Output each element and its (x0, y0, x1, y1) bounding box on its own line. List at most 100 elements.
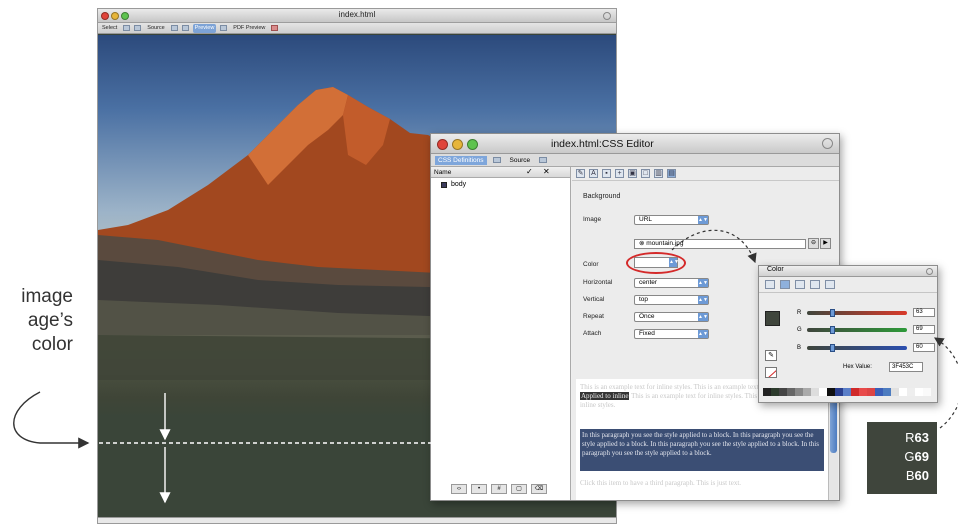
blue-value-field[interactable]: 60 (913, 343, 935, 352)
eyedropper-icon[interactable]: ✎ (765, 350, 777, 361)
editor-maximize-icon[interactable] (467, 139, 478, 150)
position-icon[interactable]: + (615, 169, 624, 178)
list-icon[interactable]: ▥ (654, 169, 663, 178)
red-slider[interactable] (807, 308, 907, 317)
select-button[interactable]: Select (100, 24, 119, 33)
palette-mode-icon[interactable] (795, 280, 805, 289)
swatch[interactable] (851, 388, 859, 396)
pen-icon[interactable]: ✎ (576, 169, 585, 178)
pdf-icon[interactable] (271, 25, 279, 31)
stage: image age’s color index.html Select Sour… (0, 0, 958, 526)
no-color-icon[interactable] (765, 367, 777, 378)
crayons-mode-icon[interactable] (825, 280, 835, 289)
editor-close-icon[interactable] (437, 139, 448, 150)
green-slider-row: G 69 (797, 325, 935, 334)
new-rule-icon[interactable]: ▢ (511, 484, 527, 494)
green-slider-thumb[interactable] (830, 325, 835, 334)
border-icon[interactable]: □ (641, 169, 650, 178)
source-icon[interactable] (539, 157, 548, 163)
picker-title: Color (767, 266, 784, 273)
vertical-select[interactable]: top ▲▼ (634, 295, 709, 305)
red-label: R (797, 309, 802, 316)
trash-icon[interactable]: ⌫ (531, 484, 547, 494)
attach-select[interactable]: Fixed ▲▼ (634, 329, 709, 339)
browser-title: index.html (338, 10, 376, 19)
picker-toggle-icon[interactable] (926, 268, 933, 275)
swatch[interactable] (763, 388, 771, 396)
red-value-field[interactable]: 63 (913, 308, 935, 317)
red-slider-thumb[interactable] (830, 308, 835, 317)
play-icon[interactable]: ▶ (820, 238, 831, 249)
swatch[interactable] (859, 388, 867, 396)
block-icon[interactable]: ▪ (602, 169, 611, 178)
swatch[interactable] (827, 388, 835, 396)
source-view-icon[interactable] (170, 25, 178, 31)
attach-label: Attach (583, 330, 602, 337)
hex-value-field[interactable]: 3F453C (889, 362, 923, 372)
rule-list-item[interactable]: body (431, 178, 570, 191)
blue-slider[interactable] (807, 343, 907, 352)
font-icon[interactable]: A (589, 169, 598, 178)
color-label: Color (583, 261, 599, 268)
view-icon[interactable] (134, 25, 142, 31)
repeat-select[interactable]: Once ▲▼ (634, 312, 709, 322)
browse-icon[interactable]: ⊖ (808, 238, 819, 249)
swatch[interactable] (875, 388, 883, 396)
image-type-value: URL (639, 216, 653, 223)
swatch[interactable] (915, 388, 923, 396)
blue-slider-row: B 60 (797, 343, 935, 352)
tab-css-definitions[interactable]: CSS Definitions (435, 155, 487, 165)
hash-icon[interactable]: # (491, 484, 507, 494)
swatch[interactable] (795, 388, 803, 396)
blue-slider-thumb[interactable] (830, 343, 835, 352)
swatch[interactable] (779, 388, 787, 396)
preview-button[interactable]: Preview (192, 23, 217, 33)
swatch[interactable] (819, 388, 827, 396)
rule-list-footer: ‹› • # ▢ ⌫ (451, 484, 547, 494)
toolbar-toggle-icon[interactable] (603, 12, 611, 20)
background-icon[interactable]: ▤ (667, 169, 676, 178)
swatch[interactable] (899, 388, 907, 396)
definitions-icon[interactable] (492, 157, 501, 163)
code-icon[interactable]: ‹› (451, 484, 467, 494)
editor-toolbar-toggle-icon[interactable] (822, 138, 833, 149)
swatch[interactable] (803, 388, 811, 396)
swatch[interactable] (843, 388, 851, 396)
vertical-label: Vertical (583, 296, 605, 303)
current-color-swatch (765, 311, 780, 326)
swatch[interactable] (907, 388, 915, 396)
split-view-icon[interactable] (181, 25, 189, 31)
image-url-field[interactable]: ⊗ mountain.jpg (634, 239, 806, 249)
box-icon[interactable]: ▣ (628, 169, 637, 178)
rule-name: body (451, 181, 467, 188)
badge-green-value: 69 (914, 449, 929, 464)
horizontal-select[interactable]: center ▲▼ (634, 278, 709, 288)
property-category-bar: ✎ A ▪ + ▣ □ ▥ ▤ (572, 167, 839, 181)
browser-toolbar: Select Source Preview PDF Preview (98, 23, 616, 34)
pdf-preview-button[interactable]: PDF Preview (231, 24, 267, 33)
preview-icon[interactable] (220, 25, 228, 31)
swatch[interactable] (883, 388, 891, 396)
color-wheel-mode-icon[interactable] (765, 280, 775, 289)
dot-icon[interactable]: • (471, 484, 487, 494)
swatch[interactable] (835, 388, 843, 396)
swatch[interactable] (923, 388, 931, 396)
chevron-down-icon: ▲▼ (698, 330, 708, 338)
swatch[interactable] (867, 388, 875, 396)
sliders-mode-icon[interactable] (780, 280, 790, 289)
tail-sample: Click this item to have a third paragrap… (580, 479, 742, 487)
swatch[interactable] (787, 388, 795, 396)
image-type-select[interactable]: URL ▲▼ (634, 215, 709, 225)
spectrum-mode-icon[interactable] (810, 280, 820, 289)
swatch[interactable] (771, 388, 779, 396)
editor-minimize-icon[interactable] (452, 139, 463, 150)
badge-green-label: G (904, 449, 915, 464)
select-mode-icon[interactable] (123, 25, 131, 31)
swatch[interactable] (811, 388, 819, 396)
swatch[interactable] (891, 388, 899, 396)
green-value-field[interactable]: 69 (913, 325, 935, 334)
section-title: Background (583, 193, 621, 200)
tab-source[interactable]: Source (507, 156, 534, 165)
source-button[interactable]: Source (145, 24, 166, 33)
green-slider[interactable] (807, 325, 907, 334)
